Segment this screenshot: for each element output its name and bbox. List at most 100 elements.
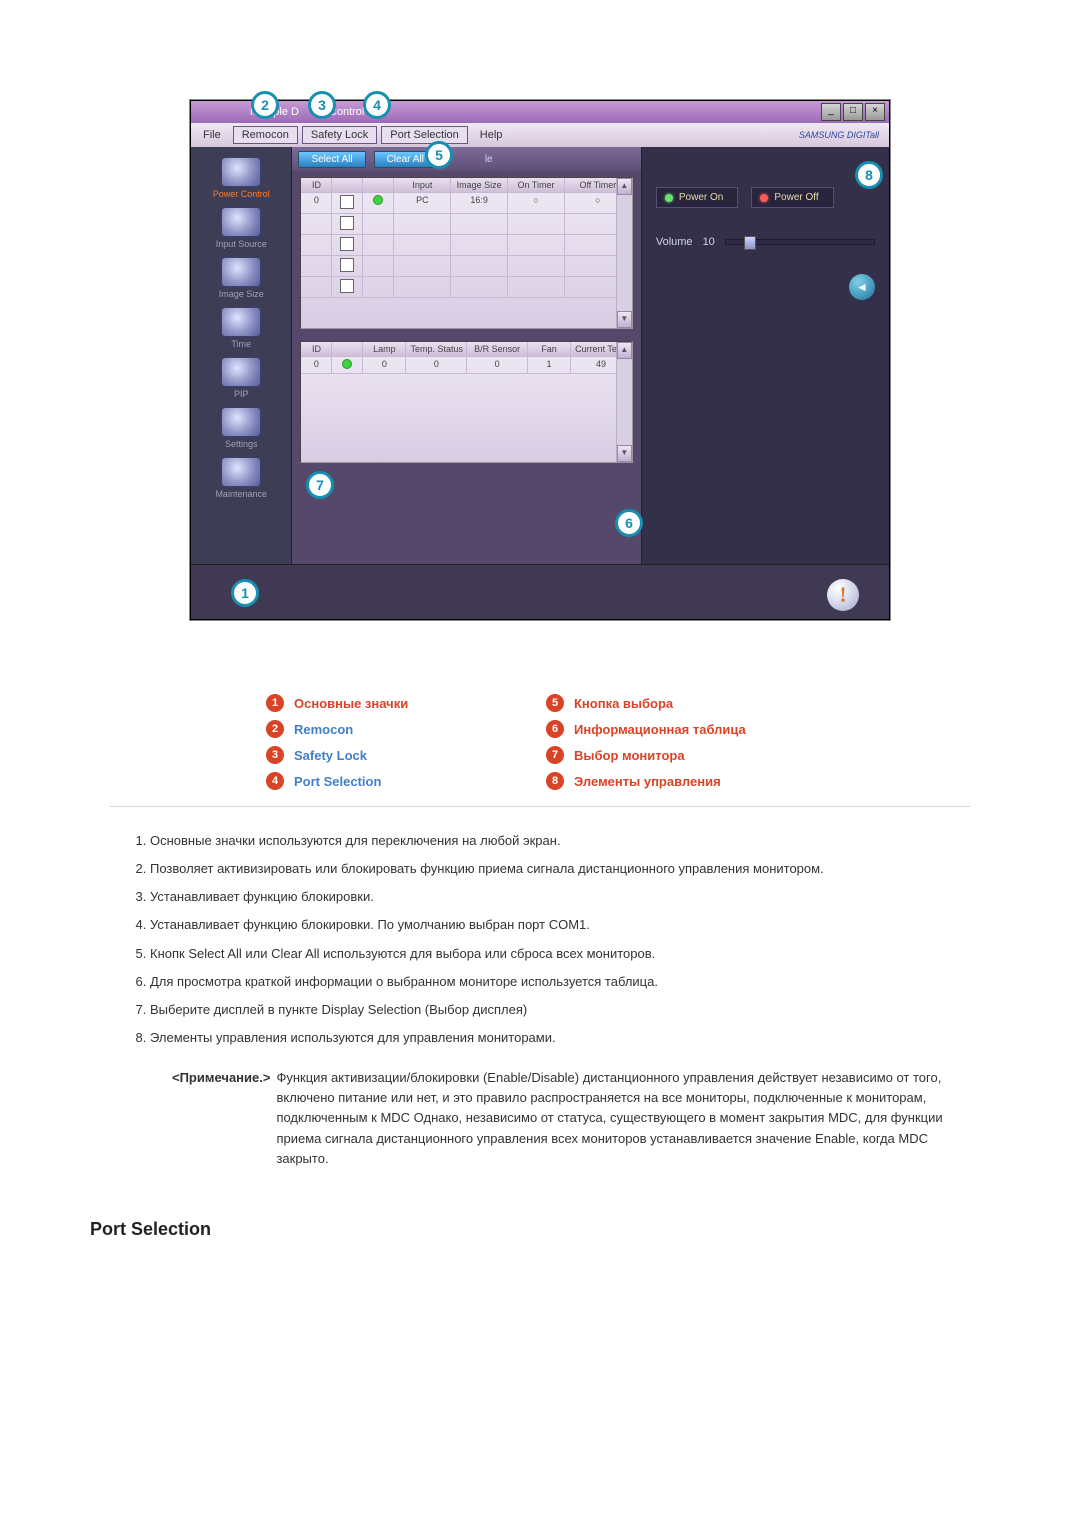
col-status bbox=[363, 178, 394, 192]
brand-label: SAMSUNG DIGITall bbox=[799, 130, 885, 140]
note-label: <Примечание.> bbox=[172, 1068, 270, 1169]
sidebar: Power Control Input Source Image Size Ti… bbox=[191, 147, 292, 565]
sidebar-item-label: Time bbox=[231, 339, 251, 349]
description-list: Основные значки используются для переклю… bbox=[120, 831, 960, 1169]
menu-help[interactable]: Help bbox=[472, 127, 511, 143]
mute-button[interactable]: ◄ bbox=[849, 274, 875, 300]
cell-id: 0 bbox=[301, 193, 332, 213]
scroll-down-arrow[interactable]: ▼ bbox=[617, 311, 632, 328]
scrollbar[interactable]: ▲ ▼ bbox=[616, 342, 632, 462]
legend-item: 5 Кнопка выбора bbox=[540, 690, 820, 716]
legend-item: 3 Safety Lock bbox=[260, 742, 540, 768]
callout-3: 3 bbox=[308, 91, 336, 119]
select-bar: Select All Clear All le bbox=[292, 147, 640, 171]
sidebar-item-power-control[interactable]: Power Control bbox=[191, 151, 291, 201]
power-off-label: Power Off bbox=[774, 192, 818, 203]
input-source-icon bbox=[221, 207, 261, 237]
col-id2: ID bbox=[301, 342, 332, 356]
power-off-button[interactable]: Power Off bbox=[751, 187, 833, 208]
menu-remocon[interactable]: Remocon bbox=[233, 126, 298, 144]
menu-file[interactable]: File bbox=[195, 127, 229, 143]
col-lamp: Lamp bbox=[363, 342, 406, 356]
minimize-button[interactable]: _ bbox=[821, 103, 841, 121]
list-item: Позволяет активизировать или блокировать… bbox=[150, 859, 960, 879]
status-bar: ! bbox=[191, 564, 889, 619]
col-fan: Fan bbox=[528, 342, 571, 356]
callout-6: 6 bbox=[615, 509, 643, 537]
legend-badge: 5 bbox=[546, 694, 564, 712]
list-item: Элементы управления используются для упр… bbox=[150, 1028, 960, 1048]
sidebar-item-time[interactable]: Time bbox=[191, 301, 291, 351]
center-pane: Select All Clear All le ID Input Image S… bbox=[292, 147, 640, 565]
table-row[interactable] bbox=[301, 277, 631, 298]
legend-text: Кнопка выбора bbox=[574, 696, 673, 711]
legend-text: Remocon bbox=[294, 722, 353, 737]
legend-item: 4 Port Selection bbox=[260, 768, 540, 794]
scroll-up-arrow[interactable]: ▲ bbox=[617, 178, 632, 195]
legend-badge: 1 bbox=[266, 694, 284, 712]
scroll-down-arrow[interactable]: ▼ bbox=[617, 445, 632, 462]
col-id: ID bbox=[301, 178, 332, 192]
volume-slider[interactable] bbox=[725, 239, 875, 245]
table-header-row: ID Lamp Temp. Status B/R Sensor Fan Curr… bbox=[301, 342, 631, 357]
maximize-button[interactable]: □ bbox=[843, 103, 863, 121]
image-size-icon bbox=[221, 257, 261, 287]
legend-item: 8 Элементы управления bbox=[540, 768, 820, 794]
scroll-up-arrow[interactable]: ▲ bbox=[617, 342, 632, 359]
volume-row: Volume 10 bbox=[656, 236, 875, 248]
table-row[interactable] bbox=[301, 214, 631, 235]
legend-text: Элементы управления bbox=[574, 774, 721, 789]
menu-port-selection[interactable]: Port Selection bbox=[381, 126, 467, 144]
cell-tempst: 0 bbox=[406, 357, 467, 373]
col-br-sensor: B/R Sensor bbox=[467, 342, 528, 356]
body-area: Power Control Input Source Image Size Ti… bbox=[191, 147, 889, 565]
sidebar-item-settings[interactable]: Settings bbox=[191, 401, 291, 451]
sidebar-item-maintenance[interactable]: Maintenance bbox=[191, 451, 291, 501]
table-row[interactable]: 0 0 0 0 1 49 bbox=[301, 357, 631, 374]
power-on-button[interactable]: Power On bbox=[656, 187, 738, 208]
sidebar-item-pip[interactable]: PIP bbox=[191, 351, 291, 401]
scrollbar[interactable]: ▲ ▼ bbox=[616, 178, 632, 328]
sidebar-item-label: Settings bbox=[225, 439, 258, 449]
list-item: Основные значки используются для переклю… bbox=[150, 831, 960, 851]
list-item: Для просмотра краткой информации о выбра… bbox=[150, 972, 960, 992]
sidebar-item-image-size[interactable]: Image Size bbox=[191, 251, 291, 301]
legend-badge: 4 bbox=[266, 772, 284, 790]
le-label: le bbox=[485, 154, 493, 165]
table-row[interactable] bbox=[301, 256, 631, 277]
callout-legend: 1 Основные значки 5 Кнопка выбора 2 Remo… bbox=[260, 690, 820, 794]
sidebar-item-label: Maintenance bbox=[215, 489, 267, 499]
list-item: Устанавливает функцию блокировки. bbox=[150, 887, 960, 907]
cell-id2: 0 bbox=[301, 357, 332, 373]
cell-br: 0 bbox=[467, 357, 528, 373]
legend-badge: 8 bbox=[546, 772, 564, 790]
warning-icon: ! bbox=[827, 579, 859, 611]
legend-text: Выбор монитора bbox=[574, 748, 685, 763]
legend-item: 7 Выбор монитора bbox=[540, 742, 820, 768]
cell-status2 bbox=[332, 357, 363, 373]
maintenance-icon bbox=[221, 457, 261, 487]
select-all-button[interactable]: Select All bbox=[298, 151, 365, 168]
callout-4: 4 bbox=[363, 91, 391, 119]
legend-item: 1 Основные значки bbox=[260, 690, 540, 716]
table-row[interactable] bbox=[301, 235, 631, 256]
list-item: Выберите дисплей в пункте Display Select… bbox=[150, 1000, 960, 1020]
table-row[interactable]: 0 PC 16:9 ○ ○ bbox=[301, 193, 631, 214]
cell-on: ○ bbox=[508, 193, 565, 213]
cell-lamp: 0 bbox=[363, 357, 406, 373]
legend-badge: 3 bbox=[266, 746, 284, 764]
legend-text: Safety Lock bbox=[294, 748, 367, 763]
volume-thumb[interactable] bbox=[744, 236, 756, 250]
pip-icon bbox=[221, 357, 261, 387]
power-on-label: Power On bbox=[679, 192, 723, 203]
menu-safety-lock[interactable]: Safety Lock bbox=[302, 126, 377, 144]
legend-text: Информационная таблица bbox=[574, 722, 746, 737]
cell-status bbox=[363, 193, 394, 213]
col-on-timer: On Timer bbox=[508, 178, 565, 192]
sidebar-item-label: Image Size bbox=[219, 289, 264, 299]
time-icon bbox=[221, 307, 261, 337]
close-button[interactable]: × bbox=[865, 103, 885, 121]
sidebar-item-label: Power Control bbox=[213, 189, 270, 199]
cell-sel[interactable] bbox=[332, 193, 363, 213]
sidebar-item-input-source[interactable]: Input Source bbox=[191, 201, 291, 251]
